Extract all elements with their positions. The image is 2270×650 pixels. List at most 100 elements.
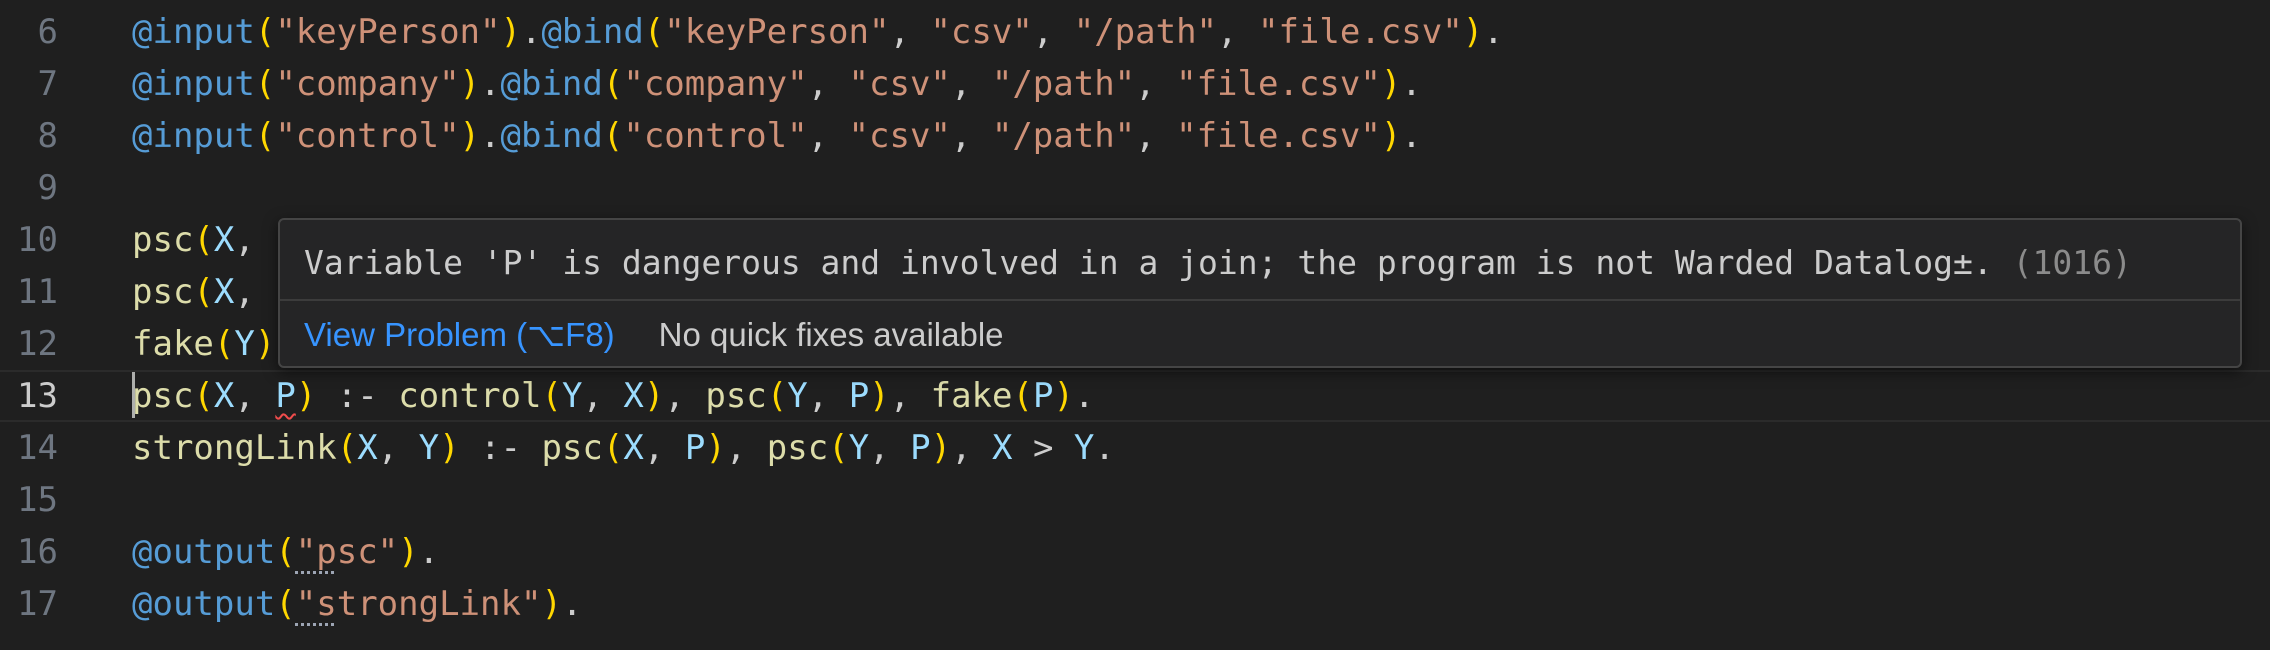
code-line-15[interactable]: 15 [0, 474, 2270, 526]
code-token: . [418, 532, 440, 572]
code-token: . [561, 584, 583, 624]
code-token: ) [254, 324, 276, 364]
code-token: ) [705, 428, 726, 468]
code-token: fake [132, 324, 214, 364]
line-number: 9 [37, 168, 58, 208]
code-token: Y [1073, 428, 1095, 468]
line-number: 16 [17, 532, 58, 572]
code-token: @bind [500, 64, 603, 104]
code-token: , [234, 376, 276, 416]
code-token: ( [643, 12, 665, 52]
code-token: ) [500, 12, 521, 52]
line-code: psc(X, P) :- control(Y, X), psc(Y, P), f… [132, 372, 1094, 420]
code-token: , [664, 376, 706, 416]
code-token: P [910, 428, 931, 468]
code-token: ( [541, 376, 562, 416]
code-token: Y [848, 428, 870, 468]
code-token: psc [705, 376, 767, 416]
line-code: strongLink(X, Y) :- psc(X, P), psc(Y, P)… [132, 422, 1115, 474]
code-token: ) [1380, 116, 1402, 156]
code-token: ) [398, 532, 419, 572]
code-token: X [623, 428, 644, 468]
code-token: ( [193, 220, 214, 260]
line-code: psc(X, [132, 214, 255, 266]
code-token: , [234, 272, 255, 312]
problem-code: (1016) [2012, 243, 2132, 282]
code-token: @output [132, 532, 276, 572]
problem-message-text: Variable 'P' is dangerous and involved i… [304, 243, 1993, 282]
code-token: ) [459, 116, 481, 156]
code-token: @input [132, 116, 255, 156]
code-token: ( [254, 12, 276, 52]
code-line-6[interactable]: 6 @input("keyPerson").@bind("keyPerson", … [0, 6, 2270, 58]
code-token: fake [930, 376, 1013, 416]
code-token: ) [439, 428, 460, 468]
code-token: ( [275, 532, 296, 572]
line-number: 12 [17, 324, 58, 364]
code-token: "file.csv" [1176, 64, 1381, 104]
code-line-16[interactable]: 16 @output("psc"). [0, 526, 2270, 578]
code-token: @bind [541, 12, 644, 52]
code-line-7[interactable]: 7 @input("company").@bind("company", "csv… [0, 58, 2270, 110]
view-problem-link[interactable]: View Problem (⌥F8) [304, 316, 615, 353]
code-token: , [807, 116, 849, 156]
code-token: "file.csv" [1176, 116, 1381, 156]
code-token: psc [541, 428, 603, 468]
code-token: ) [295, 376, 317, 416]
code-token: @input [132, 64, 255, 104]
code-token: ( [1012, 376, 1033, 416]
code-token: psc [132, 272, 194, 312]
code-token: P [1032, 376, 1054, 416]
line-number: 8 [37, 116, 58, 156]
code-token: P [275, 376, 296, 416]
code-token: X [357, 428, 378, 468]
line-number: 14 [17, 428, 58, 468]
code-token: . [1401, 64, 1422, 104]
code-token: Y [787, 376, 808, 416]
code-token: ( [254, 116, 276, 156]
code-token: , [234, 220, 255, 260]
line-code: fake(Y) [132, 318, 275, 370]
code-token: > [1012, 428, 1074, 468]
code-token: P [684, 428, 706, 468]
code-token: ( [213, 324, 235, 364]
code-line-17[interactable]: 17 @output("strongLink"). [0, 578, 2270, 630]
code-token: , [1135, 116, 1177, 156]
code-token: "csv" [930, 12, 1033, 52]
code-token: ) [1053, 376, 1074, 416]
code-line-8[interactable]: 8 @input("control").@bind("control", "csv… [0, 110, 2270, 162]
code-token: "company" [275, 64, 460, 104]
code-token: ( [602, 116, 624, 156]
code-token: . [480, 116, 501, 156]
code-token: , [869, 428, 911, 468]
code-token: . [480, 64, 501, 104]
code-token: , [582, 376, 624, 416]
code-token: , [725, 428, 767, 468]
code-line-13[interactable]: 13 psc(X, P) :- control(Y, X), psc(Y, P),… [0, 370, 2270, 422]
code-token: "s [295, 584, 337, 624]
code-editor[interactable]: 6 @input("keyPerson").@bind("keyPerson", … [0, 0, 2270, 650]
code-token: ( [602, 428, 624, 468]
code-token: ) [541, 584, 562, 624]
code-token: "/path" [1073, 12, 1218, 52]
code-token: @output [132, 584, 276, 624]
code-token: sc" [336, 532, 399, 572]
code-token: , [950, 116, 992, 156]
code-token: ( [193, 376, 214, 416]
line-number: 17 [17, 584, 58, 624]
line-number: 11 [17, 272, 58, 312]
code-line-14[interactable]: 14 strongLink(X, Y) :- psc(X, P), psc(Y, … [0, 422, 2270, 474]
code-token: Y [561, 376, 583, 416]
code-token: , [889, 376, 931, 416]
line-code: @output("strongLink"). [132, 578, 582, 630]
line-code: @input("control").@bind("control", "csv"… [132, 110, 1422, 162]
problem-message: Variable 'P' is dangerous and involved i… [304, 238, 2132, 288]
code-token: psc [766, 428, 829, 468]
code-token: . [1094, 428, 1115, 468]
code-line-9[interactable]: 9 [0, 162, 2270, 214]
code-token: ) [1380, 64, 1402, 104]
code-token: X [213, 376, 235, 416]
code-token: . [1073, 376, 1095, 416]
code-token: , [807, 376, 849, 416]
code-token: X [213, 220, 235, 260]
